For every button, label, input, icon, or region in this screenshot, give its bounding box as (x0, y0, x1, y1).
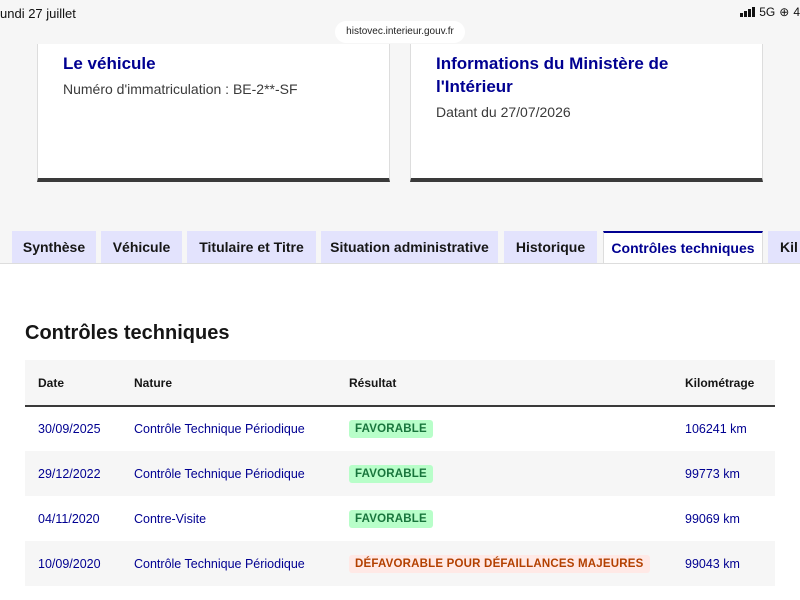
ministry-card: Informations du Ministère de l'Intérieur… (410, 44, 763, 182)
table-row: 10/09/2020 Contrôle Technique Périodique… (25, 541, 775, 586)
cell-nature: Contrôle Technique Périodique (134, 556, 305, 571)
cell-nature: Contre-Visite (134, 511, 207, 526)
cell-nature: Contrôle Technique Périodique (134, 422, 305, 436)
network-label: 5G (759, 5, 776, 19)
ministry-date: Datant du 27/07/2026 (436, 104, 571, 120)
table-row: 30/09/2025 Contrôle Technique Périodique… (25, 406, 775, 451)
cell-nature: Contrôle Technique Périodique (134, 466, 305, 481)
alarm-icon: ⊕ (779, 5, 790, 19)
ministry-card-title: Informations du Ministère de l'Intérieur (436, 52, 668, 98)
cell-date: 04/11/2020 (38, 511, 100, 526)
tab-synthese[interactable]: Synthèse (12, 231, 96, 263)
result-badge: FAVORABLE (349, 464, 433, 483)
cell-mileage: 106241 km (685, 422, 747, 436)
tab-bar: Synthèse Véhicule Titulaire et Titre Sit… (0, 231, 800, 264)
vehicle-card-title: Le véhicule (63, 54, 156, 73)
cell-date: 30/09/2025 (38, 422, 101, 436)
tab-kilometrage[interactable]: Kil (768, 231, 800, 263)
tab-controles-techniques[interactable]: Contrôles techniques (603, 231, 763, 264)
table-row: 04/11/2020 Contre-Visite FAVORABLE 99069… (25, 496, 775, 541)
status-indicators: 5G ⊕ 4 (740, 5, 800, 19)
header-date: Date (38, 375, 65, 390)
cell-mileage: 99043 km (685, 556, 740, 571)
tab-vehicule[interactable]: Véhicule (101, 231, 182, 263)
technical-controls-table: Date Nature Résultat Kilométrage 30/09/2… (25, 360, 775, 586)
result-badge: FAVORABLE (349, 509, 433, 528)
section-title: Contrôles techniques (25, 322, 230, 344)
tab-historique[interactable]: Historique (504, 231, 597, 263)
result-badge: FAVORABLE (349, 420, 433, 438)
tab-situation-administrative[interactable]: Situation administrative (321, 231, 498, 263)
status-date: undi 27 juillet (0, 6, 76, 21)
url-bar[interactable]: histovec.interieur.gouv.fr (335, 21, 465, 43)
result-badge: DÉFAVORABLE POUR DÉFAILLANCES MAJEURES (349, 554, 650, 573)
ministry-title-line1: Informations du Ministère de (436, 54, 669, 73)
table-header-row: Date Nature Résultat Kilométrage (25, 360, 775, 406)
vehicle-card: Le véhicule Numéro d'immatriculation : B… (37, 44, 390, 182)
tab-titulaire[interactable]: Titulaire et Titre (187, 231, 316, 263)
cell-mileage: 99773 km (685, 466, 740, 481)
plate-number: Numéro d'immatriculation : BE-2**-SF (63, 81, 298, 97)
cell-mileage: 99069 km (685, 511, 740, 526)
cell-date: 29/12/2022 (38, 466, 101, 481)
table-row: 29/12/2022 Contrôle Technique Périodique… (25, 451, 775, 496)
cell-date: 10/09/2020 (38, 556, 101, 571)
header-result: Résultat (349, 375, 397, 390)
header-nature: Nature (134, 375, 173, 390)
ministry-title-line2: l'Intérieur (436, 77, 513, 96)
header-mileage: Kilométrage (685, 375, 755, 390)
signal-icon (740, 7, 756, 17)
battery-percent: 4 (793, 5, 800, 19)
